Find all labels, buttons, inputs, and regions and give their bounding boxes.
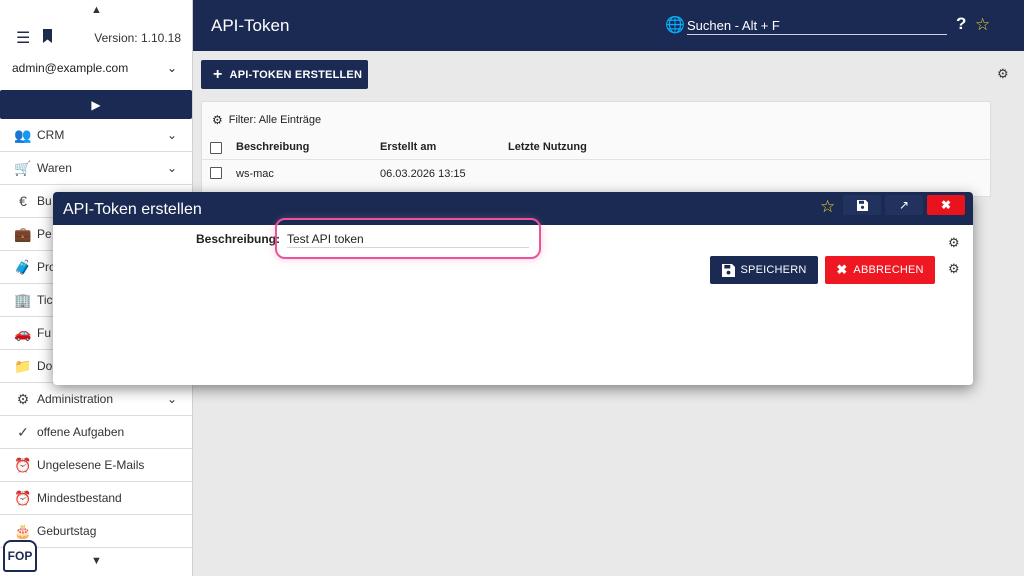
row-checkbox[interactable] <box>210 167 222 179</box>
version-label: Version: 1.10.18 <box>94 31 181 45</box>
folder-icon: 📁 <box>14 357 32 374</box>
row-beschreibung: ws-mac <box>236 168 274 180</box>
field-settings-gear-icon[interactable]: ⚙ <box>948 235 960 251</box>
dialog-save-button[interactable] <box>843 195 881 215</box>
briefcase-icon: 💼 <box>14 225 32 242</box>
sidebar-item-waren[interactable]: 🛒 Waren ⌄ <box>0 152 193 185</box>
sidebar-item-label: Ungelesene E-Mails <box>37 458 145 472</box>
column-beschreibung[interactable]: Beschreibung <box>236 141 309 153</box>
actions-settings-gear-icon[interactable]: ⚙ <box>948 261 960 277</box>
chevron-down-icon: ⌄ <box>166 392 177 406</box>
cancel-button[interactable]: ✖ ABBRECHEN <box>825 256 935 284</box>
save-button[interactable]: SPEICHERN <box>710 256 818 284</box>
favorite-star-icon[interactable]: ☆ <box>820 197 835 217</box>
close-icon: ✖ <box>836 262 848 277</box>
dialog-maximize-button[interactable]: ↗ <box>885 195 923 215</box>
sidebar-item-label: Do <box>37 359 53 373</box>
fop-logo: FOP <box>3 540 37 572</box>
column-erstellt-am[interactable]: Erstellt am <box>380 141 436 153</box>
people-icon: 👥 <box>14 126 32 143</box>
sidebar-item-label: Tic <box>37 293 53 307</box>
chevron-down-icon: ⌄ <box>166 128 177 142</box>
sidebar-header: ☰ Version: 1.10.18 <box>0 24 193 52</box>
cake-icon: 🎂 <box>14 522 32 539</box>
dialog-title: API-Token erstellen <box>63 201 202 218</box>
beschreibung-label: Beschreibung: <box>196 232 281 246</box>
sidebar-item-label: Waren <box>37 161 72 175</box>
alarm-icon: ⏰ <box>14 489 32 506</box>
sidebar-item-label: Geburtstag <box>37 524 97 538</box>
alarm-icon: ⏰ <box>14 456 32 473</box>
create-token-dialog: API-Token erstellen ☆ ↗ ✖ Beschreibung: … <box>53 192 973 385</box>
check-icon: ✓ <box>17 423 29 440</box>
close-icon: ✖ <box>940 198 952 212</box>
page-title: API-Token <box>211 16 290 35</box>
filter-label[interactable]: ⚙ Filter: Alle Einträge <box>212 113 321 127</box>
sidebar-item-crm[interactable]: 👥 CRM ⌄ <box>0 119 193 152</box>
search-placeholder: Suchen - Alt + F <box>687 18 780 33</box>
play-icon: ▶ <box>91 97 101 112</box>
expand-play-button[interactable]: ▶ <box>0 90 192 119</box>
table-row[interactable]: ws-mac 06.03.2026 13:15 <box>202 159 992 185</box>
token-list-panel: ⚙ Filter: Alle Einträge Beschreibung Ers… <box>201 101 992 197</box>
save-button-label: SPEICHERN <box>740 264 807 276</box>
globe-icon: 🌐 <box>665 17 685 34</box>
sidebar-item-label: Mindestbestand <box>37 491 122 505</box>
chevron-down-icon: ⌄ <box>166 61 177 75</box>
chevron-down-icon: ⌄ <box>166 161 177 175</box>
sidebar-item-administration[interactable]: ⚙ Administration ⌄ <box>0 383 193 416</box>
sidebar-item-label: Administration <box>37 392 114 406</box>
create-api-token-label: API-TOKEN ERSTELLEN <box>229 68 363 81</box>
sidebar-item-label: Fu <box>37 326 52 340</box>
sidebar-item-label: Bu <box>37 194 52 208</box>
table-header: Beschreibung Erstellt am Letzte Nutzung <box>202 135 992 159</box>
user-email: admin@example.com <box>12 61 129 75</box>
car-icon: 🚗 <box>14 324 32 341</box>
sidebar-item-mindestbestand[interactable]: ⏰ Mindestbestand <box>0 482 193 515</box>
filter-text: Filter: Alle Einträge <box>228 114 322 126</box>
create-api-token-button[interactable]: + API-TOKEN ERSTELLEN <box>201 60 368 89</box>
column-letzte-nutzung[interactable]: Letzte Nutzung <box>508 141 587 153</box>
gear-icon: ⚙ <box>212 113 223 127</box>
suitcase-icon: 🧳 <box>14 258 32 275</box>
beschreibung-input[interactable] <box>287 230 529 248</box>
sidebar-item-offene-aufgaben[interactable]: ✓ offene Aufgaben <box>0 416 193 449</box>
user-selector[interactable]: admin@example.com ⌄ <box>0 56 193 80</box>
gear-icon: ⚙ <box>16 390 30 407</box>
floppy-disk-icon <box>721 263 735 277</box>
sidebar-item-label: CRM <box>37 128 65 142</box>
building-icon: 🏢 <box>14 291 32 308</box>
help-icon[interactable]: ? <box>956 14 966 34</box>
menu-icon[interactable]: ☰ <box>16 28 30 48</box>
sidebar-item-ungelesene-emails[interactable]: ⏰ Ungelesene E-Mails <box>0 449 193 482</box>
row-erstellt-am: 06.03.2026 13:15 <box>380 168 466 180</box>
scroll-up-chevron-icon[interactable]: ▲ <box>0 0 193 20</box>
cart-icon: 🛒 <box>14 159 32 176</box>
select-all-checkbox[interactable] <box>210 142 222 154</box>
floppy-disk-icon <box>856 199 868 211</box>
favorite-star-icon[interactable]: ☆ <box>975 15 990 35</box>
bookmark-icon[interactable] <box>42 28 53 48</box>
euro-icon: € <box>19 193 27 209</box>
sidebar-item-label: Pe <box>37 227 52 241</box>
beschreibung-field-highlight <box>275 218 541 259</box>
dialog-close-button[interactable]: ✖ <box>927 195 965 215</box>
top-bar: API-Token 🌐 Suchen - Alt + F ? ☆ <box>193 0 1024 51</box>
plus-icon: + <box>213 65 223 83</box>
expand-arrow-icon: ↗ <box>898 198 910 212</box>
search-field[interactable]: 🌐 Suchen - Alt + F <box>665 17 947 35</box>
settings-gear-icon[interactable]: ⚙ <box>997 66 1009 82</box>
cancel-button-label: ABBRECHEN <box>853 264 924 276</box>
sidebar-item-label: offene Aufgaben <box>37 425 125 439</box>
